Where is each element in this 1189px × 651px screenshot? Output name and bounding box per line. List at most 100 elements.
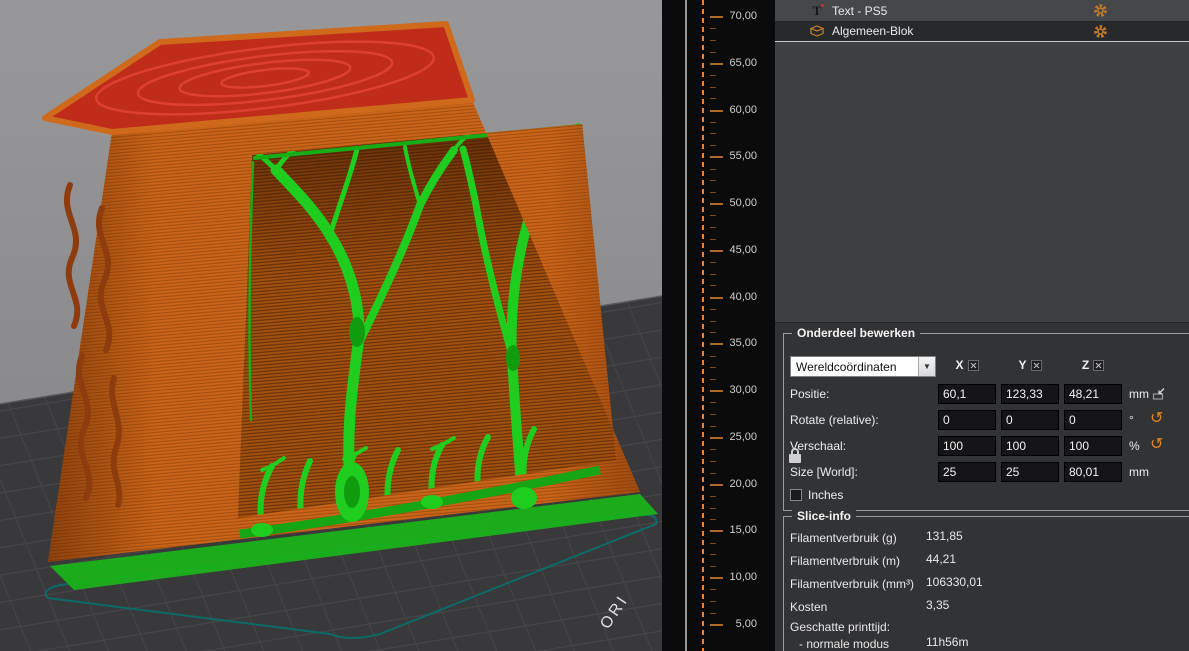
ruler-minor-tick [710,169,716,170]
ruler-minor-tick [710,309,716,310]
uniform-scale-lock-icon[interactable] [788,448,802,463]
ruler-minor-tick [710,473,716,474]
properties-area: Onderdeel bewerken Wereldcoördinaten ▼ X… [775,322,1189,651]
rotate-z-input[interactable] [1064,410,1122,430]
scale-z-input[interactable] [1064,436,1122,456]
ruler-major-tick [710,250,723,252]
ruler-label: 50,00 [729,197,757,210]
slice-info-row: Filamentverbruik (m) 44,21 [790,552,1188,568]
model-settings-gear-icon[interactable] [1093,24,1108,39]
ruler-major-tick [710,156,723,158]
model-settings-gear-icon[interactable] [1093,3,1108,18]
ruler-minor-tick [710,285,716,286]
checkbox-box[interactable] [790,489,802,501]
model-list-item-algemeen-blok[interactable]: Algemeen-Blok [775,21,1189,42]
ruler-label: 65,00 [729,57,757,70]
ruler-major-tick [710,624,723,626]
ruler-minor-tick [710,508,716,509]
ruler-label: 40,00 [729,291,757,304]
edit-part-group: Onderdeel bewerken Wereldcoördinaten ▼ X… [783,333,1189,511]
coordinate-system-dropdown[interactable]: Wereldcoördinaten ▼ [790,356,936,377]
ruler-minor-tick [710,554,716,555]
scale-x-input[interactable] [938,436,996,456]
ruler-major-tick [710,203,723,205]
ruler-minor-tick [710,543,716,544]
mesh-model-icon [809,23,825,39]
ruler-minor-tick [710,613,716,614]
ruler-minor-tick [710,426,716,427]
ruler-major-tick [710,297,723,299]
scale-y-input[interactable] [1001,436,1059,456]
ruler-minor-tick [710,402,716,403]
ruler-major-tick [710,530,723,532]
ruler-minor-tick [710,262,716,263]
ruler-minor-tick [710,379,716,380]
size-y-input[interactable] [1001,462,1059,482]
slice-info-group-title: Slice-info [792,509,856,523]
ruler-minor-tick [710,28,716,29]
ruler-minor-tick [710,367,716,368]
ruler-label: 10,00 [729,571,757,584]
ruler-minor-tick [710,461,716,462]
layer-range-indicator[interactable] [702,0,704,651]
ruler-minor-tick [710,601,716,602]
layer-slider-track[interactable] [685,0,687,651]
slice-info-row: Filamentverbruik (g) 131,85 [790,529,1188,545]
inches-checkbox[interactable]: Inches [790,488,843,502]
rotate-y-input[interactable] [1001,410,1059,430]
ruler-label: 45,00 [729,244,757,257]
viewport-3d-scene[interactable]: ORI [0,0,662,651]
ruler-minor-tick [710,496,716,497]
position-z-input[interactable] [1064,384,1122,404]
ruler-minor-tick [710,122,716,123]
ruler-major-tick [710,110,723,112]
right-side-panel: T Text - PS5 Algemeen-Blok Onderdeel [775,0,1189,651]
position-row: Positie: mm [784,384,1189,406]
coordinate-system-value: Wereldcoördinaten [791,360,918,374]
ruler-minor-tick [710,356,716,357]
inches-label: Inches [808,488,843,502]
ruler-minor-tick [710,133,716,134]
ruler-major-tick [710,390,723,392]
rotate-reset-icon[interactable]: ↺ [1150,409,1163,429]
slice-info-row: Filamentverbruik (mm³) 106330,01 [790,575,1188,591]
size-z-input[interactable] [1064,462,1122,482]
model-list: T Text - PS5 Algemeen-Blok [775,0,1189,322]
viewport-3d[interactable]: ORI [0,0,662,651]
model-list-item-text-ps5[interactable]: T Text - PS5 [775,0,1189,21]
ruler-major-tick [710,484,723,486]
ruler-minor-tick [710,449,716,450]
ruler-minor-tick [710,589,716,590]
size-row: Size [World]: mm [784,462,1189,484]
size-x-input[interactable] [938,462,996,482]
ruler-major-tick [710,343,723,345]
position-y-input[interactable] [1001,384,1059,404]
ruler-major-tick [710,577,723,579]
slice-info-row: Kosten 3,35 [790,598,1188,614]
ruler-label: 15,00 [729,524,757,537]
ruler-minor-tick [710,52,716,53]
ruler-label: 30,00 [729,384,757,397]
ruler-label: 25,00 [729,431,757,444]
ruler-minor-tick [710,274,716,275]
ruler-major-tick [710,437,723,439]
ruler-major-tick [710,63,723,65]
scale-reset-icon[interactable]: ↺ [1150,435,1163,455]
axis-header-z: Z [1064,358,1122,372]
place-on-bed-icon[interactable] [1152,387,1166,401]
ruler-major-tick [710,16,723,18]
edit-part-group-title: Onderdeel bewerken [792,326,920,340]
ruler-minor-tick [710,192,716,193]
axis-z-icon[interactable] [1093,360,1104,371]
ruler-label: 70,00 [729,10,757,23]
axis-header-y: Y [1001,358,1059,372]
axis-y-icon[interactable] [1031,360,1042,371]
ruler-minor-tick [710,87,716,88]
ruler-label: 60,00 [729,104,757,117]
rotate-x-input[interactable] [938,410,996,430]
ruler-minor-tick [710,180,716,181]
axis-x-icon[interactable] [968,360,979,371]
position-x-input[interactable] [938,384,996,404]
text-model-icon: T [809,3,825,19]
ruler-minor-tick [710,75,716,76]
